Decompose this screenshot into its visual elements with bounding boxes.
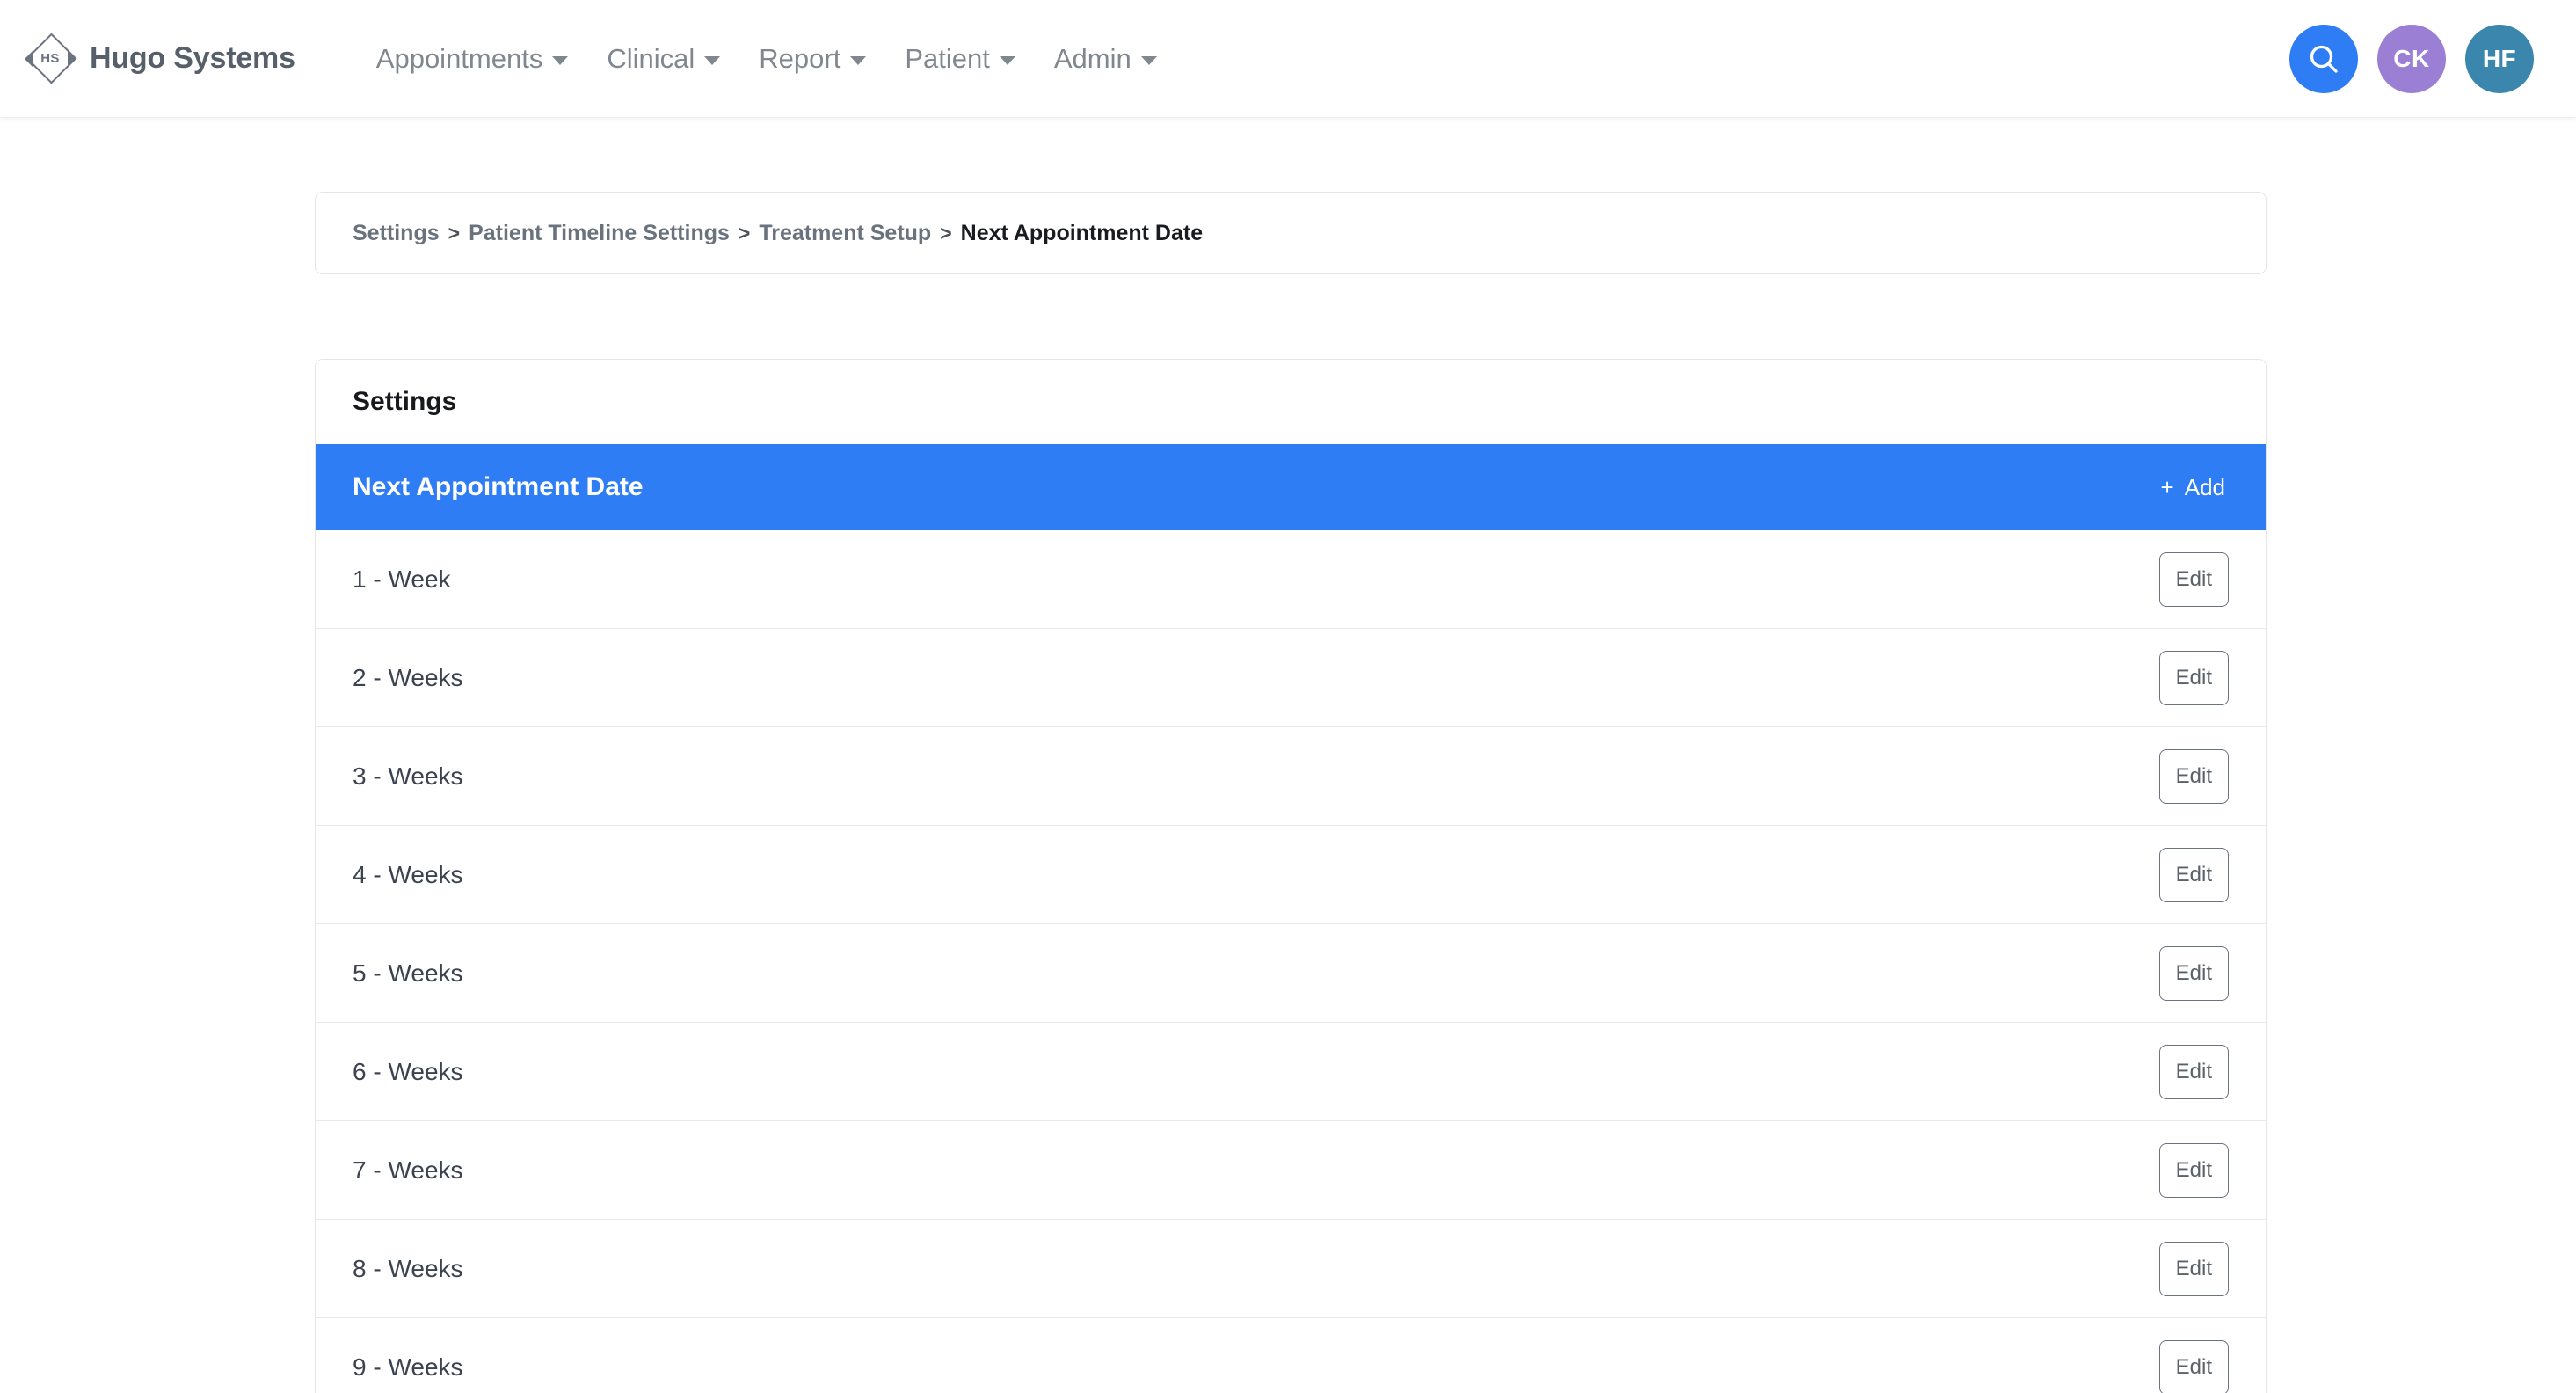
avatar-initials: HF [2483, 45, 2516, 73]
row-label: 3 - Weeks [353, 762, 463, 791]
nav-item-label: Appointments [376, 43, 543, 75]
section-title: Next Appointment Date [353, 472, 644, 502]
breadcrumb-separator: > [448, 222, 460, 245]
next-appointment-date-list: 1 - WeekEdit2 - WeeksEdit3 - WeeksEdit4 … [316, 530, 2266, 1393]
edit-button[interactable]: Edit [2159, 1045, 2229, 1099]
breadcrumb-item-settings[interactable]: Settings [353, 221, 440, 246]
nav-item-label: Report [759, 43, 840, 75]
chevron-down-icon [552, 56, 568, 65]
logo-initials: HS [25, 34, 74, 84]
edit-button[interactable]: Edit [2159, 1242, 2229, 1296]
nav-item-label: Admin [1054, 43, 1132, 75]
row-label: 6 - Weeks [353, 1058, 463, 1086]
chevron-down-icon [1141, 56, 1157, 65]
nav-item-admin[interactable]: Admin [1035, 34, 1176, 84]
table-row: 3 - Weeks Edit [316, 727, 2266, 826]
breadcrumb-item-next-appointment-date: Next Appointment Date [961, 221, 1203, 246]
nav-item-appointments[interactable]: Appointments [357, 34, 588, 84]
row-label: 7 - Weeks [353, 1156, 463, 1185]
edit-button[interactable]: Edit [2159, 1340, 2229, 1393]
settings-card: Settings Next Appointment Date + Add 1 -… [315, 359, 2267, 1393]
table-row: 5 - Weeks Edit [316, 924, 2266, 1023]
chevron-down-icon [704, 56, 720, 65]
table-row: 6 - Weeks Edit [316, 1023, 2266, 1121]
brand-name: Hugo Systems [90, 41, 295, 76]
hugo-systems-diamond-icon: HS [25, 34, 74, 84]
search-button[interactable] [2289, 25, 2358, 93]
table-row: 9 - Weeks Edit [316, 1318, 2266, 1393]
add-button-label: Add [2185, 474, 2225, 501]
settings-card-header: Settings [316, 360, 2266, 444]
table-row: 7 - Weeks Edit [316, 1121, 2266, 1220]
table-row: 1 - Week Edit [316, 530, 2266, 629]
content-container: Settings > Patient Timeline Settings > Treat… [315, 192, 2267, 1393]
page-body: Settings > Patient Timeline Settings > Treat… [0, 118, 2576, 1393]
search-icon [2306, 41, 2341, 77]
main-nav: Appointments Clinical Report Patient Admin [357, 34, 1176, 84]
edit-button[interactable]: Edit [2159, 651, 2229, 705]
avatar-ck[interactable]: CK [2377, 25, 2446, 93]
avatar-hf[interactable]: HF [2465, 25, 2534, 93]
add-button[interactable]: + Add [2158, 469, 2229, 507]
row-label: 1 - Week [353, 565, 451, 594]
nav-item-label: Clinical [607, 43, 695, 75]
table-row: 8 - Weeks Edit [316, 1220, 2266, 1318]
breadcrumb-card: Settings > Patient Timeline Settings > Treat… [315, 192, 2267, 274]
page-title: Settings [353, 387, 456, 417]
edit-button[interactable]: Edit [2159, 1143, 2229, 1198]
breadcrumb: Settings > Patient Timeline Settings > Treat… [353, 221, 1203, 246]
breadcrumb-separator: > [940, 222, 951, 245]
edit-button[interactable]: Edit [2159, 848, 2229, 902]
nav-actions: CK HF [2289, 25, 2534, 93]
nav-item-report[interactable]: Report [739, 34, 885, 84]
avatar-initials: CK [2393, 45, 2429, 73]
breadcrumb-item-patient-timeline-settings[interactable]: Patient Timeline Settings [469, 221, 730, 246]
nav-item-label: Patient [905, 43, 990, 75]
row-label: 2 - Weeks [353, 664, 463, 692]
brand-logo-link[interactable]: HS Hugo Systems [25, 34, 295, 84]
chevron-down-icon [850, 56, 866, 65]
row-label: 5 - Weeks [353, 959, 463, 988]
nav-item-patient[interactable]: Patient [885, 34, 1035, 84]
edit-button[interactable]: Edit [2159, 552, 2229, 607]
edit-button[interactable]: Edit [2159, 946, 2229, 1001]
table-row: 2 - Weeks Edit [316, 629, 2266, 727]
row-label: 9 - Weeks [353, 1353, 463, 1382]
section-header-next-appointment-date: Next Appointment Date + Add [316, 444, 2266, 530]
chevron-down-icon [1000, 56, 1015, 65]
row-label: 4 - Weeks [353, 861, 463, 889]
breadcrumb-item-treatment-setup[interactable]: Treatment Setup [759, 221, 931, 246]
nav-item-clinical[interactable]: Clinical [587, 34, 739, 84]
top-navigation-bar: HS Hugo Systems Appointments Clinical Repo… [0, 0, 2576, 118]
edit-button[interactable]: Edit [2159, 749, 2229, 804]
table-row: 4 - Weeks Edit [316, 826, 2266, 924]
plus-icon: + [2161, 476, 2174, 499]
row-label: 8 - Weeks [353, 1255, 463, 1283]
breadcrumb-separator: > [739, 222, 750, 245]
